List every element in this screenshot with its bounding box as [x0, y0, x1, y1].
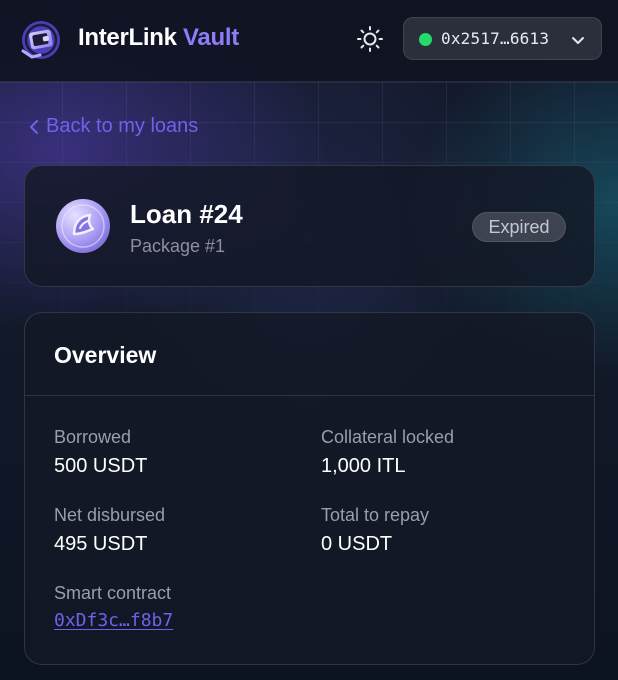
theme-toggle-button[interactable] [354, 23, 386, 55]
wallet-logo-icon[interactable] [20, 19, 62, 61]
overview-card: Overview Borrowed 500 USDT Collateral lo… [24, 312, 595, 665]
status-badge: Expired [472, 212, 566, 242]
collateral-value: 1,000 ITL [321, 455, 406, 477]
total-repay-label: Total to repay [321, 505, 430, 525]
overview-divider [25, 395, 594, 396]
net-disbursed-label: Net disbursed [54, 505, 166, 525]
connection-status-dot [419, 33, 432, 46]
loan-package: Package #1 [130, 236, 226, 256]
loan-summary-card: Loan #24 Package #1 Expired [24, 165, 595, 287]
overview-title: Overview [54, 342, 157, 368]
chevron-down-icon [572, 37, 584, 44]
borrowed-value: 500 USDT [54, 455, 148, 477]
wallet-address-button[interactable]: 0x2517…6613 [403, 17, 602, 60]
total-repay-value: 0 USDT [321, 533, 393, 555]
token-coin-icon [55, 198, 111, 254]
loan-title: Loan #24 [130, 199, 243, 229]
net-disbursed-value: 495 USDT [54, 533, 148, 555]
brand-name[interactable]: InterLink Vault [78, 24, 239, 52]
wallet-address: 0x2517…6613 [441, 29, 550, 48]
back-to-loans-link[interactable]: Back to my loans [28, 115, 198, 138]
collateral-label: Collateral locked [321, 427, 455, 447]
brand-name-primary: InterLink [78, 24, 177, 51]
smart-contract-label: Smart contract [54, 583, 172, 603]
smart-contract-link[interactable]: 0xDf3c…f8b7 [54, 610, 173, 631]
borrowed-label: Borrowed [54, 427, 132, 447]
top-header: InterLink Vault 0x2517…6613 [0, 0, 618, 82]
brand-name-accent: Vault [183, 24, 239, 51]
chevron-left-icon [30, 119, 38, 134]
sun-icon [357, 26, 383, 52]
back-link-label: Back to my loans [46, 115, 199, 137]
